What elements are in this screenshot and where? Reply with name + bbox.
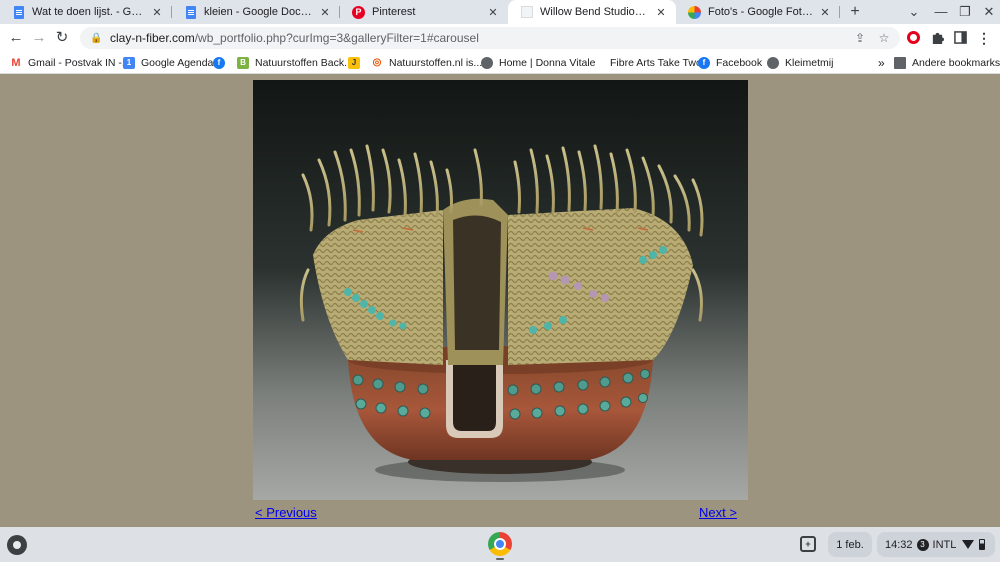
- tab-wat-te-doen[interactable]: Wat te doen lijst. - Google Docs ✕: [0, 0, 172, 24]
- notification-count-badge: 3: [916, 538, 929, 551]
- running-indicator: [496, 558, 504, 560]
- extensions-puzzle-icon[interactable]: [928, 29, 946, 47]
- url-path: /wb_portfolio.php?curImg=3&galleryFilter…: [194, 31, 479, 45]
- restore-icon[interactable]: ❐: [956, 3, 974, 21]
- bookmark-kleimetmij[interactable]: Kleimetmij: [767, 54, 833, 71]
- chrome-app-icon[interactable]: [488, 532, 512, 556]
- bookmark-facebook-icon-only[interactable]: f: [213, 54, 231, 71]
- share-icon[interactable]: ⇪: [852, 30, 868, 46]
- opera-extension-icon[interactable]: [904, 29, 922, 47]
- pinterest-icon: P: [352, 5, 365, 19]
- tab-willow-bend[interactable]: Willow Bend Studios - Portfolio ✕: [508, 0, 676, 24]
- tab-title: Foto's - Google Foto's: [708, 6, 814, 18]
- gmail-icon: M: [10, 56, 22, 69]
- globe-icon: [481, 56, 493, 69]
- date-text: 1 feb.: [836, 538, 864, 551]
- other-bookmarks-folder[interactable]: Andere bookmarks: [894, 54, 1000, 71]
- tab-search-icon[interactable]: ⌄: [905, 3, 923, 21]
- tab-title: kleien - Google Documenten: [204, 6, 314, 18]
- bookmark-fibre-arts[interactable]: Fibre Arts Take Two: [592, 54, 702, 71]
- page-icon: [520, 6, 533, 19]
- fiber-and-clay-vessel-photo: [253, 80, 748, 500]
- facebook-icon: f: [698, 56, 710, 69]
- close-icon[interactable]: ✕: [486, 6, 500, 19]
- status-area[interactable]: 14:32 3 INTL: [877, 532, 995, 557]
- portfolio-photo: [253, 80, 748, 500]
- previous-link[interactable]: < Previous: [255, 505, 317, 520]
- tab-google-fotos[interactable]: Foto's - Google Foto's ✕: [676, 0, 840, 24]
- window-close-icon[interactable]: ✕: [980, 3, 998, 21]
- launcher-icon[interactable]: [7, 535, 27, 555]
- chromeos-shelf: + 1 feb. 14:32 3 INTL: [0, 527, 1000, 562]
- url-host: clay-n-fiber.com: [110, 31, 195, 45]
- bookmarks-overflow-icon[interactable]: »: [878, 54, 885, 71]
- next-link[interactable]: Next >: [699, 505, 737, 520]
- folder-icon: [894, 56, 906, 69]
- j-bookmark-icon: J: [348, 56, 360, 69]
- bookmarks-bar: M Gmail - Postvak IN -... 1 Google Agend…: [0, 51, 1000, 74]
- new-tab-button[interactable]: +: [846, 3, 864, 21]
- tab-strip: Wat te doen lijst. - Google Docs ✕ kleie…: [0, 0, 1000, 24]
- bookmark-star-icon[interactable]: ☆: [876, 30, 892, 46]
- close-icon[interactable]: ✕: [818, 6, 832, 19]
- back-icon[interactable]: ←: [6, 28, 26, 48]
- minimize-icon[interactable]: —: [932, 3, 950, 21]
- wifi-icon: [962, 540, 975, 549]
- virtual-desks-icon[interactable]: +: [800, 536, 816, 552]
- close-icon[interactable]: ✕: [150, 6, 164, 19]
- bookmark-j[interactable]: J: [348, 54, 366, 71]
- bookmark-google-agenda[interactable]: 1 Google Agenda: [123, 54, 213, 71]
- bookmark-natuurstoffen-nl[interactable]: ◎ Natuurstoffen.nl is...: [371, 54, 482, 71]
- page-content: < Previous Next >: [0, 75, 1000, 527]
- facebook-icon: f: [213, 56, 225, 69]
- browser-toolbar: ← → ↻ 🔒 clay-n-fiber.com/wb_portfolio.ph…: [0, 24, 1000, 51]
- tab-pinterest[interactable]: P Pinterest ✕: [340, 0, 508, 24]
- google-photos-icon: [688, 5, 701, 19]
- date-pill[interactable]: 1 feb.: [828, 532, 872, 557]
- menu-kebab-icon[interactable]: ⋮: [975, 29, 993, 47]
- tab-title: Pinterest: [372, 6, 416, 18]
- address-bar[interactable]: 🔒 clay-n-fiber.com/wb_portfolio.php?curI…: [80, 27, 900, 49]
- side-panel-icon[interactable]: [951, 29, 969, 47]
- tab-title: Willow Bend Studios - Portfolio: [540, 6, 650, 18]
- bookmark-donna-vitale[interactable]: Home | Donna Vitale: [481, 54, 596, 71]
- natuurstoffen-nl-icon: ◎: [371, 56, 383, 69]
- natuurstoffen-icon: B: [237, 56, 249, 69]
- lock-icon: 🔒: [90, 32, 103, 44]
- blank-page-icon: [592, 57, 604, 69]
- globe-icon: [767, 56, 779, 69]
- calendar-icon: 1: [123, 56, 135, 69]
- bookmark-gmail[interactable]: M Gmail - Postvak IN -...: [10, 54, 131, 71]
- forward-icon[interactable]: →: [29, 28, 49, 48]
- keyboard-layout-text: INTL: [932, 538, 957, 551]
- close-icon[interactable]: ✕: [318, 6, 332, 19]
- google-docs-icon: [12, 5, 25, 19]
- reload-icon[interactable]: ↻: [52, 28, 72, 48]
- bookmark-natuurstoffen-back[interactable]: B Natuurstoffen Back...: [237, 54, 353, 71]
- tab-title: Wat te doen lijst. - Google Docs: [32, 6, 146, 18]
- battery-icon: [979, 539, 986, 550]
- bookmark-facebook[interactable]: f Facebook: [698, 54, 762, 71]
- close-icon[interactable]: ✕: [654, 6, 668, 19]
- clock-text: 14:32: [885, 538, 913, 551]
- tab-kleien[interactable]: kleien - Google Documenten ✕: [172, 0, 340, 24]
- google-docs-icon: [184, 5, 197, 19]
